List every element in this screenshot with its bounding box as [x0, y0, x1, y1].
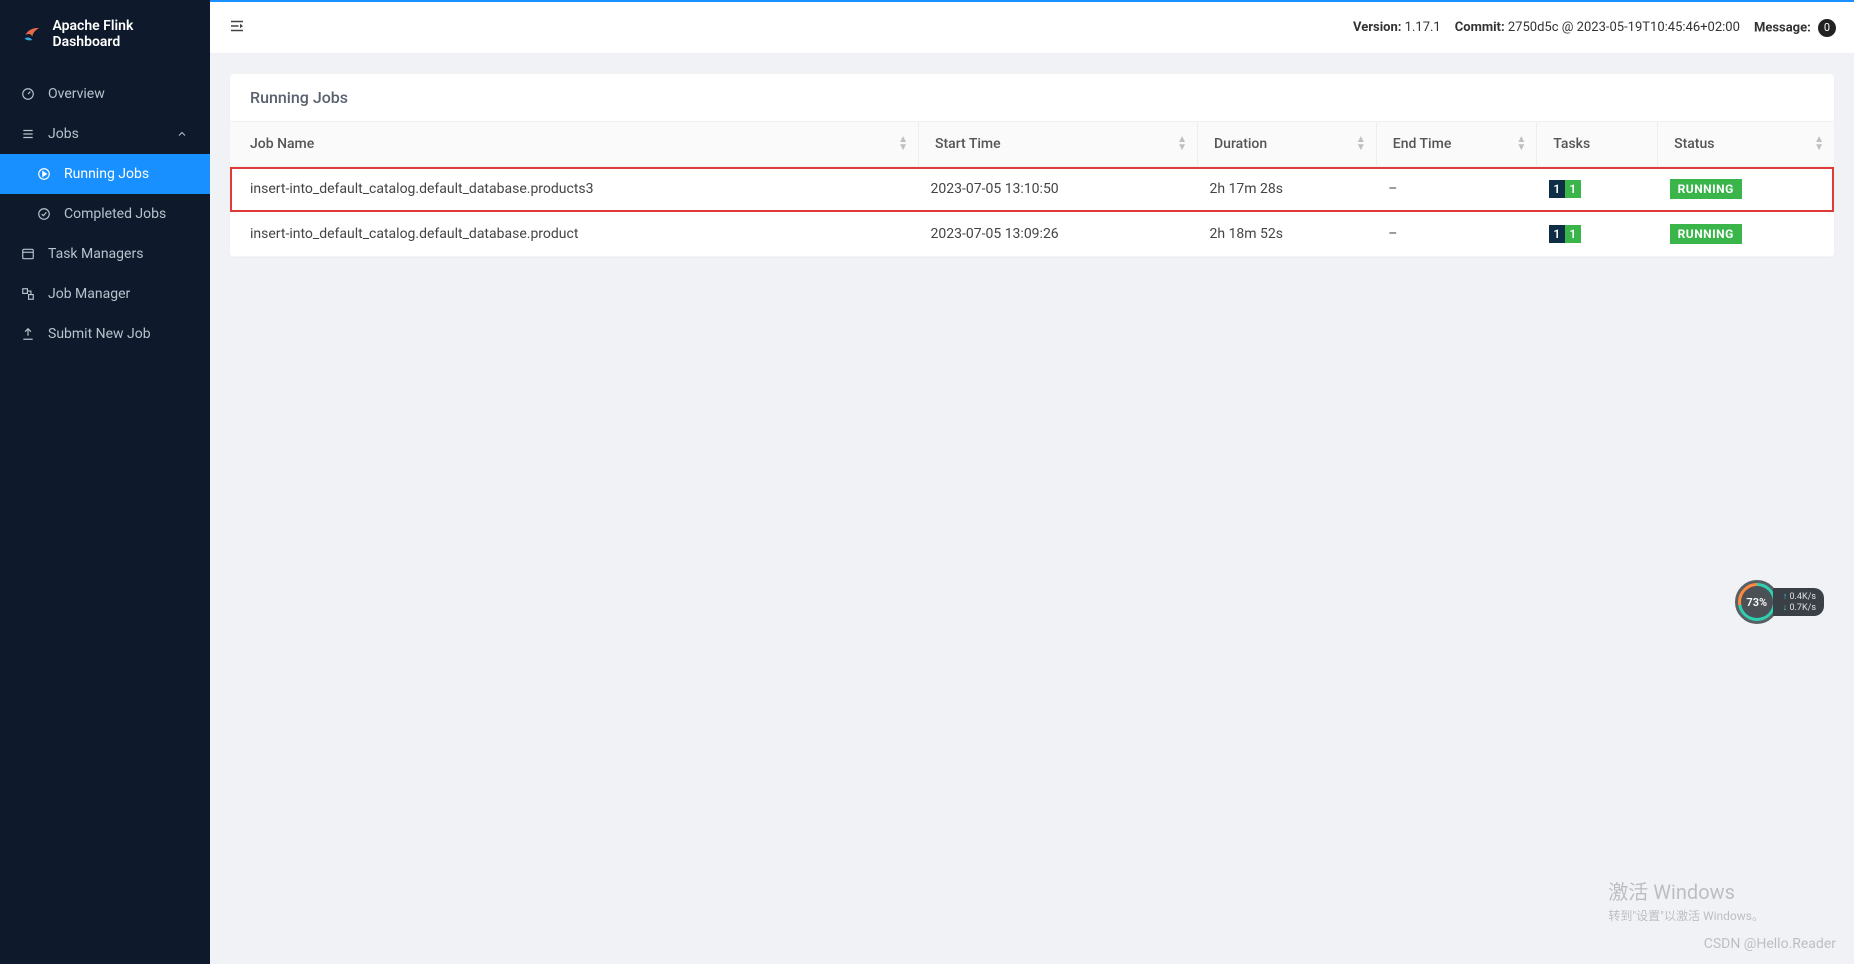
version-info: Version: 1.17.1	[1353, 20, 1441, 35]
upload-icon	[20, 326, 36, 342]
col-start-time[interactable]: Start Time▲▼	[919, 122, 1198, 167]
sort-icon: ▲▼	[1356, 136, 1366, 152]
version-label: Version:	[1353, 20, 1401, 35]
tasks-created-badge: 1	[1549, 225, 1565, 243]
cell-tasks: 11	[1537, 167, 1658, 212]
cell-end-time: –	[1376, 212, 1537, 257]
panel-title: Running Jobs	[230, 74, 1834, 122]
table-row[interactable]: insert-into_default_catalog.default_data…	[230, 167, 1834, 212]
sidebar-item-running-jobs[interactable]: Running Jobs	[0, 154, 210, 194]
sidebar: Apache Flink Dashboard Overview Jobs Run…	[0, 0, 210, 964]
list-icon	[20, 126, 36, 142]
tasks-running-badge: 1	[1565, 225, 1581, 243]
sidebar-item-label: Completed Jobs	[64, 206, 166, 222]
cell-job-name: insert-into_default_catalog.default_data…	[230, 212, 919, 257]
tasks-running-badge: 1	[1565, 180, 1581, 198]
status-badge: RUNNING	[1670, 224, 1742, 244]
sidebar-item-jobs[interactable]: Jobs	[0, 114, 210, 154]
commit-label: Commit:	[1455, 20, 1505, 35]
jobs-table: Job Name▲▼ Start Time▲▼ Duration▲▼ End T…	[230, 122, 1834, 257]
sidebar-item-task-managers[interactable]: Task Managers	[0, 234, 210, 274]
col-status[interactable]: Status▲▼	[1658, 122, 1834, 167]
col-tasks: Tasks	[1537, 122, 1658, 167]
content: Running Jobs Job Name▲▼ Start Time▲▼ Dur…	[210, 54, 1854, 964]
tasks-created-badge: 1	[1549, 180, 1565, 198]
commit-info: Commit: 2750d5c @ 2023-05-19T10:45:46+02…	[1455, 20, 1740, 35]
sidebar-item-label: Submit New Job	[48, 326, 151, 342]
sidebar-item-label: Running Jobs	[64, 166, 149, 182]
status-badge: RUNNING	[1670, 179, 1742, 199]
sidebar-item-overview[interactable]: Overview	[0, 74, 210, 114]
schedule-icon	[20, 246, 36, 262]
table-row[interactable]: insert-into_default_catalog.default_data…	[230, 212, 1834, 257]
cell-start-time: 2023-07-05 13:10:50	[919, 167, 1198, 212]
cell-status: RUNNING	[1658, 212, 1834, 257]
message-count-badge: 0	[1818, 19, 1836, 37]
sidebar-item-label: Overview	[48, 86, 105, 102]
sort-icon: ▲▼	[1177, 136, 1187, 152]
sidebar-item-completed-jobs[interactable]: Completed Jobs	[0, 194, 210, 234]
sort-icon: ▲▼	[1516, 136, 1526, 152]
sidebar-item-job-manager[interactable]: Job Manager	[0, 274, 210, 314]
flink-logo-icon	[22, 23, 42, 45]
chevron-up-icon	[174, 126, 190, 142]
play-circle-icon	[36, 166, 52, 182]
cell-job-name: insert-into_default_catalog.default_data…	[230, 167, 919, 212]
topbar: Version: 1.17.1 Commit: 2750d5c @ 2023-0…	[210, 0, 1854, 54]
message-info[interactable]: Message: 0	[1754, 19, 1836, 37]
cell-duration: 2h 17m 28s	[1198, 167, 1377, 212]
col-job-name[interactable]: Job Name▲▼	[230, 122, 919, 167]
brand: Apache Flink Dashboard	[0, 0, 210, 74]
cluster-icon	[20, 286, 36, 302]
sort-icon: ▲▼	[898, 136, 908, 152]
cell-status: RUNNING	[1658, 167, 1834, 212]
running-jobs-panel: Running Jobs Job Name▲▼ Start Time▲▼ Dur…	[230, 74, 1834, 257]
message-label: Message:	[1754, 20, 1811, 35]
col-end-time[interactable]: End Time▲▼	[1376, 122, 1537, 167]
commit-value: 2750d5c @ 2023-05-19T10:45:46+02:00	[1508, 20, 1740, 35]
cell-duration: 2h 18m 52s	[1198, 212, 1377, 257]
cell-end-time: –	[1376, 167, 1537, 212]
main: Version: 1.17.1 Commit: 2750d5c @ 2023-0…	[210, 0, 1854, 964]
check-circle-icon	[36, 206, 52, 222]
menu-fold-icon[interactable]	[228, 17, 246, 39]
col-duration[interactable]: Duration▲▼	[1198, 122, 1377, 167]
sidebar-item-label: Job Manager	[48, 286, 130, 302]
sidebar-item-label: Task Managers	[48, 246, 143, 262]
sidebar-item-submit-job[interactable]: Submit New Job	[0, 314, 210, 354]
sort-icon: ▲▼	[1814, 136, 1824, 152]
cell-tasks: 11	[1537, 212, 1658, 257]
sidebar-item-label: Jobs	[48, 126, 79, 142]
version-value: 1.17.1	[1405, 20, 1441, 35]
dashboard-icon	[20, 86, 36, 102]
cell-start-time: 2023-07-05 13:09:26	[919, 212, 1198, 257]
brand-title: Apache Flink Dashboard	[52, 18, 194, 50]
